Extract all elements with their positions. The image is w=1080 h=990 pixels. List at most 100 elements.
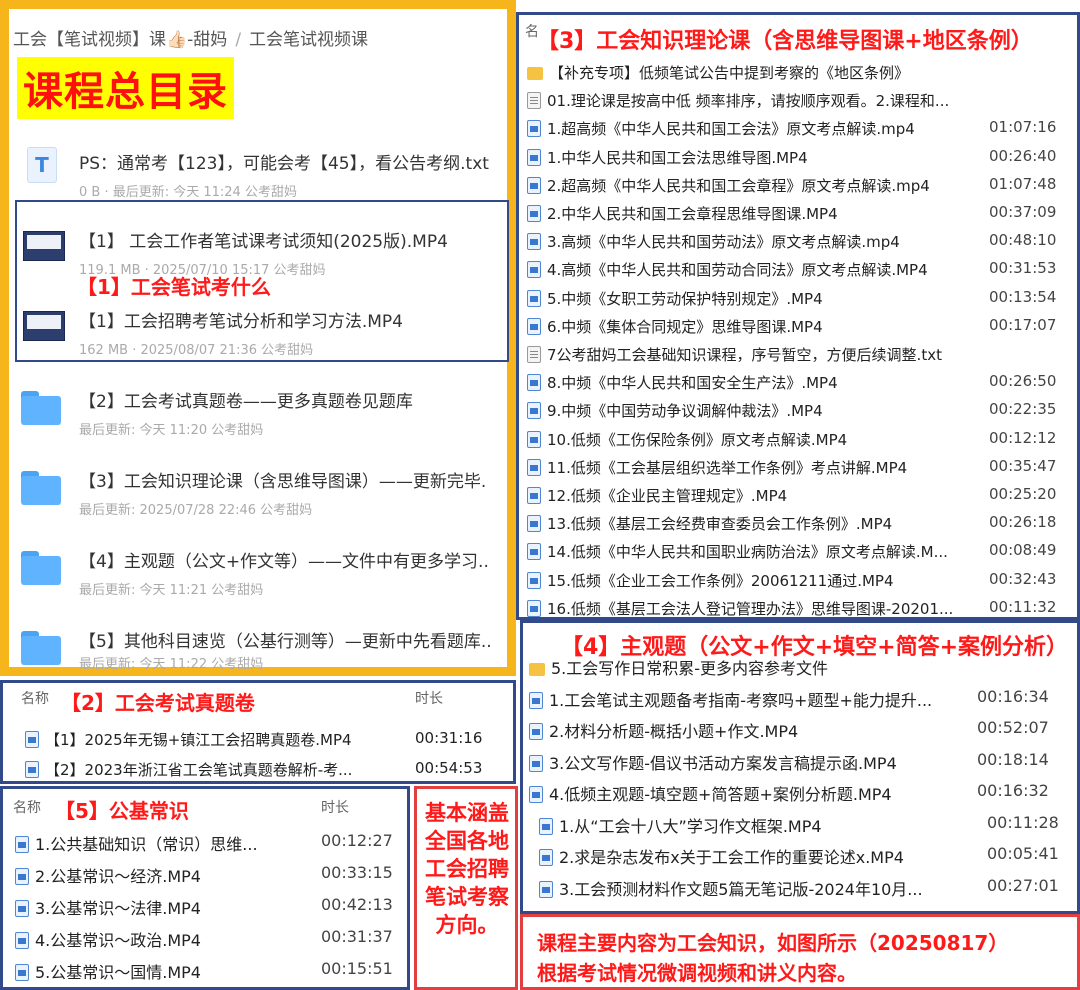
video-file-icon — [15, 868, 29, 885]
video-file-icon — [527, 543, 541, 561]
list-item[interactable]: 3.公基常识～法律.MP4 00:42:13 — [15, 891, 409, 921]
list-item[interactable]: 7公考甜妈工会基础知识课程，序号暂空，方便后续调整.txt — [527, 341, 1077, 369]
video-file-icon — [539, 817, 553, 835]
item-name-text: 4.低频主观题-填空题+简答题+案例分析题.MP4 — [549, 785, 892, 804]
list-item[interactable]: 12.低频《企业民主管理规定》.MP4 00:25:20 — [527, 482, 1077, 510]
folder-meta: 最后更新: 今天 11:21 公考甜妈 — [79, 583, 264, 598]
item-name-text: 6.中频《集体合同规定》思维导图课.MP4 — [547, 317, 823, 336]
list-item[interactable]: 3.公文写作题-倡议书活动方案发言稿提示函.MP4 00:18:14 — [529, 746, 1069, 776]
subjective-panel: 【4】主观题（公文+作文+填空+简答+案例分析） 5.工会写作日常积累-更多内容… — [520, 620, 1080, 914]
list-item[interactable]: 4.高频《中华人民共和国劳动合同法》原文考点解读.MP4 00:31:53 — [527, 256, 1077, 284]
folder-row-other-subjects[interactable]: 【5】其他科目速览（公基行测等）—更新中先看题库.. 最后更新: 今天 11:2… — [19, 621, 519, 672]
item-name-text: 5.公基常识～国情.MP4 — [35, 963, 201, 982]
item-duration: 00:11:28 — [987, 812, 1059, 832]
list-item[interactable]: 16.低频《基层工会法人登记管理办法》思维导图课-20201... 00:11:3… — [527, 595, 1077, 623]
item-name: 3.高频《中华人民共和国劳动法》原文考点解读.mp4 — [527, 231, 977, 252]
item-duration: 00:17:07 — [989, 315, 1057, 334]
list-item[interactable]: 1.工会笔试主观题备考指南-考察吗+题型+能力提升... 00:16:34 — [529, 683, 1069, 713]
item-duration: 00:12:27 — [321, 831, 393, 850]
item-duration: 00:48:10 — [989, 231, 1057, 250]
item-duration: 00:08:49 — [989, 541, 1057, 560]
item-name: 3.工会预测材料作文题5篇无笔记版-2024年10月... — [539, 876, 969, 900]
folder-icon — [21, 551, 61, 585]
breadcrumb: 工会【笔试视频】课👍🏻-甜妈 / 工会笔试视频课 — [13, 25, 368, 50]
list-item[interactable]: 【补充专项】低频笔试公告中提到考察的《地区条例》 — [527, 59, 1077, 87]
list-item[interactable]: 2.公基常识～经济.MP4 00:33:15 — [15, 859, 409, 889]
list-item[interactable]: 5.工会写作日常积累-更多内容参考文件 — [529, 651, 1069, 681]
item-duration: 00:31:37 — [321, 927, 393, 946]
breadcrumb-current: 工会笔试视频课 — [249, 30, 369, 50]
item-duration: 01:07:16 — [989, 118, 1057, 137]
video-file-icon — [15, 836, 29, 853]
document-icon — [527, 92, 541, 110]
list-item[interactable]: 11.低频《工会基层组织选举工作条例》考点讲解.MP4 00:35:47 — [527, 454, 1077, 482]
list-item[interactable]: 4.公基常识～政治.MP4 00:31:37 — [15, 923, 409, 953]
list-item[interactable]: 6.中频《集体合同规定》思维导图课.MP4 00:17:07 — [527, 313, 1077, 341]
column-header-name[interactable]: 名称 — [13, 797, 41, 817]
video-file-icon — [527, 458, 541, 476]
list-item[interactable]: 4.低频主观题-填空题+简答题+案例分析题.MP4 00:16:32 — [529, 777, 1069, 807]
column-header-duration[interactable]: 时长 — [321, 797, 349, 817]
breadcrumb-separator: / — [235, 30, 242, 50]
item-duration: 00:27:01 — [987, 875, 1059, 895]
list-item[interactable]: 2.材料分析题-概括小题+作文.MP4 00:52:07 — [529, 714, 1069, 744]
item-name-text: 5.工会写作日常积累-更多内容参考文件 — [551, 659, 829, 678]
coverage-note: 基本涵盖全国各地工会招聘笔试考察方向。 — [425, 801, 509, 937]
list-item[interactable]: 2.超高频《中华人民共和国工会章程》原文考点解读.mp4 01:07:48 — [527, 172, 1077, 200]
item-name-text: 16.低频《基层工会法人登记管理办法》思维导图课-20201... — [547, 599, 954, 618]
video-file-icon — [527, 402, 541, 420]
folder-icon — [21, 471, 61, 505]
list-item[interactable]: 8.中频《中华人民共和国安全生产法》.MP4 00:26:50 — [527, 369, 1077, 397]
video-file-icon — [527, 487, 541, 504]
item-name-text: 1.从“工会十八大”学习作文框架.MP4 — [559, 816, 822, 836]
list-item[interactable]: 2.求是杂志发布x关于工会工作的重要论述x.MP4 00:05:41 — [539, 840, 1079, 870]
item-duration: 00:18:14 — [977, 749, 1049, 769]
item-name: 2.中华人民共和国工会章程思维导图课.MP4 — [527, 203, 977, 224]
item-name-text: 2.材料分析题-概括小题+作文.MP4 — [549, 722, 799, 741]
item-name: 2.材料分析题-概括小题+作文.MP4 — [529, 718, 959, 742]
folder-name: 【2】工会考试真题卷——更多真题卷见题库 — [79, 392, 413, 412]
video-file-icon — [527, 148, 541, 166]
folder-row-exam-papers[interactable]: 【2】工会考试真题卷——更多真题卷见题库 最后更新: 今天 11:20 公考甜妈 — [19, 381, 519, 459]
item-duration: 00:13:54 — [989, 287, 1057, 306]
item-name-text: 4.高频《中华人民共和国劳动合同法》原文考点解读.MP4 — [547, 261, 928, 280]
file-name: PS：通常考【123】，可能会考【45】，看公告考纲.txt — [79, 154, 489, 174]
list-item[interactable]: 【2】2023年浙江省工会笔试真题卷解析-考... — [25, 759, 405, 780]
list-item[interactable]: 1.超高频《中华人民共和国工会法》原文考点解读.mp4 01:07:16 — [527, 115, 1077, 143]
item-name: 8.中频《中华人民共和国安全生产法》.MP4 — [527, 372, 977, 393]
list-item[interactable]: 5.中频《女职工劳动保护特别规定》.MP4 00:13:54 — [527, 285, 1077, 313]
folder-row-theory-course[interactable]: 【3】工会知识理论课（含思维导图课）——更新完毕. 最后更新: 2025/07/… — [19, 461, 519, 539]
item-name-text: 1.超高频《中华人民共和国工会法》原文考点解读.mp4 — [547, 120, 915, 139]
item-name-text: 【补充专项】低频笔试公告中提到考察的《地区条例》 — [549, 64, 910, 82]
list-item[interactable]: 13.低频《基层工会经费审查委员会工作条例》.MP4 00:26:18 — [527, 510, 1077, 538]
breadcrumb-parent[interactable]: 工会【笔试视频】课👍🏻-甜妈 — [13, 30, 227, 50]
list-item[interactable]: 3.高频《中华人民共和国劳动法》原文考点解读.mp4 00:48:10 — [527, 228, 1077, 256]
list-item[interactable]: 3.工会预测材料作文题5篇无笔记版-2024年10月... 00:27:01 — [539, 872, 1079, 902]
column-header-name[interactable]: 名称 — [21, 688, 49, 708]
exam-papers-panel: 名称 【2】工会考试真题卷 时长 【1】2025年无锡+镇江工会招聘真题卷.MP… — [0, 680, 516, 784]
list-item[interactable]: 1.中华人民共和国工会法思维导图.MP4 00:26:40 — [527, 144, 1077, 172]
item-name-text: 01.理论课是按高中低 频率排序，请按顺序观看。2.课程和... — [547, 92, 950, 111]
list-item[interactable]: 1.从“工会十八大”学习作文框架.MP4 00:11:28 — [539, 809, 1079, 839]
list-item[interactable]: 10.低频《工伤保险条例》原文考点解读.MP4 00:12:12 — [527, 426, 1077, 454]
item-name: 1.公共基础知识（常识）思维... — [15, 831, 305, 855]
item-duration: 00:52:07 — [977, 718, 1049, 737]
list-item[interactable]: 5.公基常识～国情.MP4 00:15:51 — [15, 955, 409, 985]
item-name: 1.工会笔试主观题备考指南-考察吗+题型+能力提升... — [529, 687, 959, 711]
item-name-text: 1.中华人民共和国工会法思维导图.MP4 — [547, 148, 808, 167]
list-item[interactable]: 15.低频《企业工会工作条例》20061211通过.MP4 00:32:43 — [527, 567, 1077, 595]
item-name: 15.低频《企业工会工作条例》20061211通过.MP4 — [527, 570, 977, 591]
video-file-icon — [529, 723, 543, 740]
section3-title: 【3】工会知识理论课（含思维导图课+地区条例） — [537, 23, 1033, 55]
list-item[interactable]: 【1】2025年无锡+镇江工会招聘真题卷.MP4 — [25, 729, 405, 750]
column-header-duration[interactable]: 时长 — [415, 688, 443, 708]
item-name-text: 3.高频《中华人民共和国劳动法》原文考点解读.mp4 — [547, 233, 900, 252]
list-item[interactable]: 01.理论课是按高中低 频率排序，请按顺序观看。2.课程和... — [527, 87, 1077, 115]
list-item[interactable]: 2.中华人民共和国工会章程思维导图课.MP4 00:37:09 — [527, 200, 1077, 228]
list-item[interactable]: 9.中频《中国劳动争议调解仲裁法》.MP4 00:22:35 — [527, 397, 1077, 425]
list-item[interactable]: 14.低频《中华人民共和国职业病防治法》原文考点解读.M... 00:08:49 — [527, 538, 1077, 566]
item-duration: 00:15:51 — [321, 959, 393, 978]
list-item[interactable]: 1.公共基础知识（常识）思维... 00:12:27 — [15, 827, 409, 857]
folder-row-subjective[interactable]: 【4】主观题（公文+作文等）——文件中有更多学习.. 最后更新: 今天 11:2… — [19, 541, 519, 619]
item-name: 01.理论课是按高中低 频率排序，请按顺序观看。2.课程和... — [527, 90, 977, 111]
